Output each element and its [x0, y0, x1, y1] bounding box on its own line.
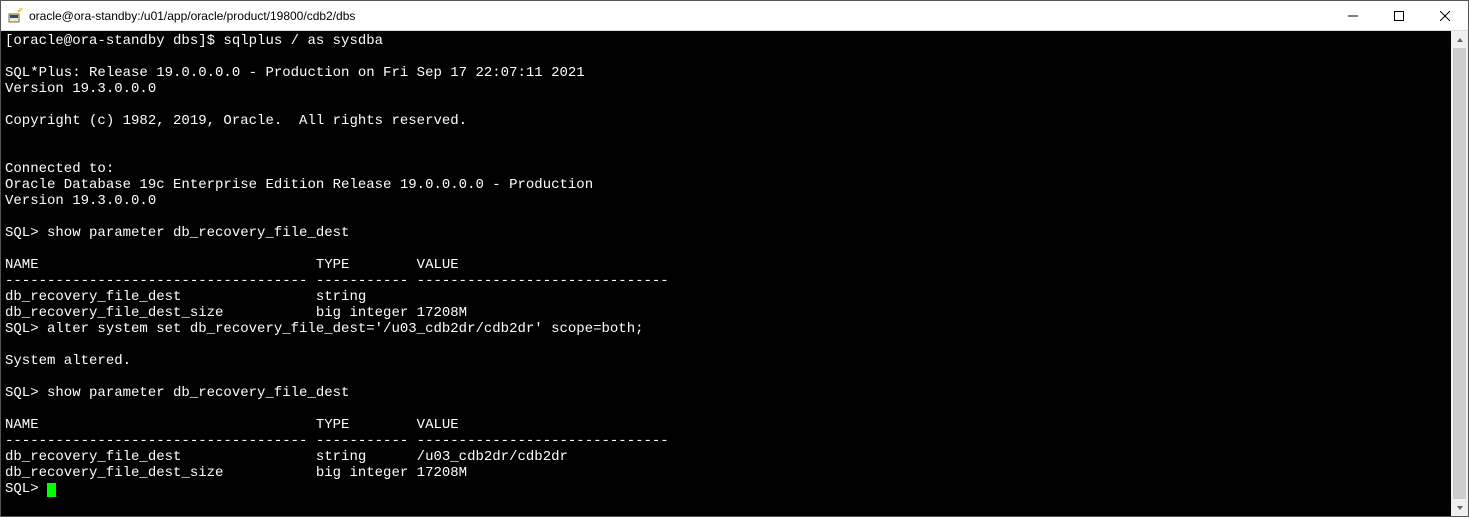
scroll-up-button[interactable] — [1451, 31, 1468, 48]
terminal-line: Connected to: — [5, 161, 1447, 177]
terminal-line — [5, 209, 1447, 225]
close-button[interactable] — [1422, 1, 1468, 30]
scroll-down-button[interactable] — [1451, 499, 1468, 516]
terminal-line: Oracle Database 19c Enterprise Edition R… — [5, 177, 1447, 193]
terminal-line — [5, 401, 1447, 417]
vertical-scrollbar[interactable] — [1451, 31, 1468, 516]
terminal-line: SQL> show parameter db_recovery_file_des… — [5, 225, 1447, 241]
terminal-line: db_recovery_file_dest_size big integer 1… — [5, 305, 1447, 321]
terminal-line: Copyright (c) 1982, 2019, Oracle. All ri… — [5, 113, 1447, 129]
terminal-line — [5, 337, 1447, 353]
terminal-line: [oracle@ora-standby dbs]$ sqlplus / as s… — [5, 33, 1447, 49]
terminal-cursor — [47, 483, 56, 497]
minimize-button[interactable] — [1330, 1, 1376, 30]
terminal-line: SQL> show parameter db_recovery_file_des… — [5, 385, 1447, 401]
terminal-line — [5, 49, 1447, 65]
terminal-line: System altered. — [5, 353, 1447, 369]
terminal-line: ------------------------------------ ---… — [5, 273, 1447, 289]
window-title: oracle@ora-standby:/u01/app/oracle/produ… — [29, 9, 1330, 23]
terminal-line: db_recovery_file_dest string — [5, 289, 1447, 305]
terminal-area: [oracle@ora-standby dbs]$ sqlplus / as s… — [1, 31, 1468, 516]
terminal-line: Version 19.3.0.0.0 — [5, 193, 1447, 209]
terminal-line — [5, 369, 1447, 385]
terminal-prompt-line: SQL> — [5, 481, 1447, 497]
app-window: oracle@ora-standby:/u01/app/oracle/produ… — [0, 0, 1469, 517]
window-controls — [1330, 1, 1468, 30]
terminal-line: SQL*Plus: Release 19.0.0.0.0 - Productio… — [5, 65, 1447, 81]
terminal-line: db_recovery_file_dest_size big integer 1… — [5, 465, 1447, 481]
terminal-line: SQL> alter system set db_recovery_file_d… — [5, 321, 1447, 337]
terminal-line — [5, 145, 1447, 161]
terminal[interactable]: [oracle@ora-standby dbs]$ sqlplus / as s… — [1, 31, 1451, 516]
titlebar: oracle@ora-standby:/u01/app/oracle/produ… — [1, 1, 1468, 31]
putty-icon — [7, 8, 23, 24]
terminal-line — [5, 241, 1447, 257]
terminal-line: Version 19.3.0.0.0 — [5, 81, 1447, 97]
terminal-line — [5, 97, 1447, 113]
sql-prompt: SQL> — [5, 481, 47, 497]
maximize-button[interactable] — [1376, 1, 1422, 30]
terminal-line: NAME TYPE VALUE — [5, 417, 1447, 433]
terminal-line: ------------------------------------ ---… — [5, 433, 1447, 449]
terminal-line — [5, 129, 1447, 145]
terminal-line: NAME TYPE VALUE — [5, 257, 1447, 273]
scroll-track[interactable] — [1451, 48, 1468, 499]
scroll-thumb[interactable] — [1453, 48, 1466, 499]
terminal-line: db_recovery_file_dest string /u03_cdb2dr… — [5, 449, 1447, 465]
